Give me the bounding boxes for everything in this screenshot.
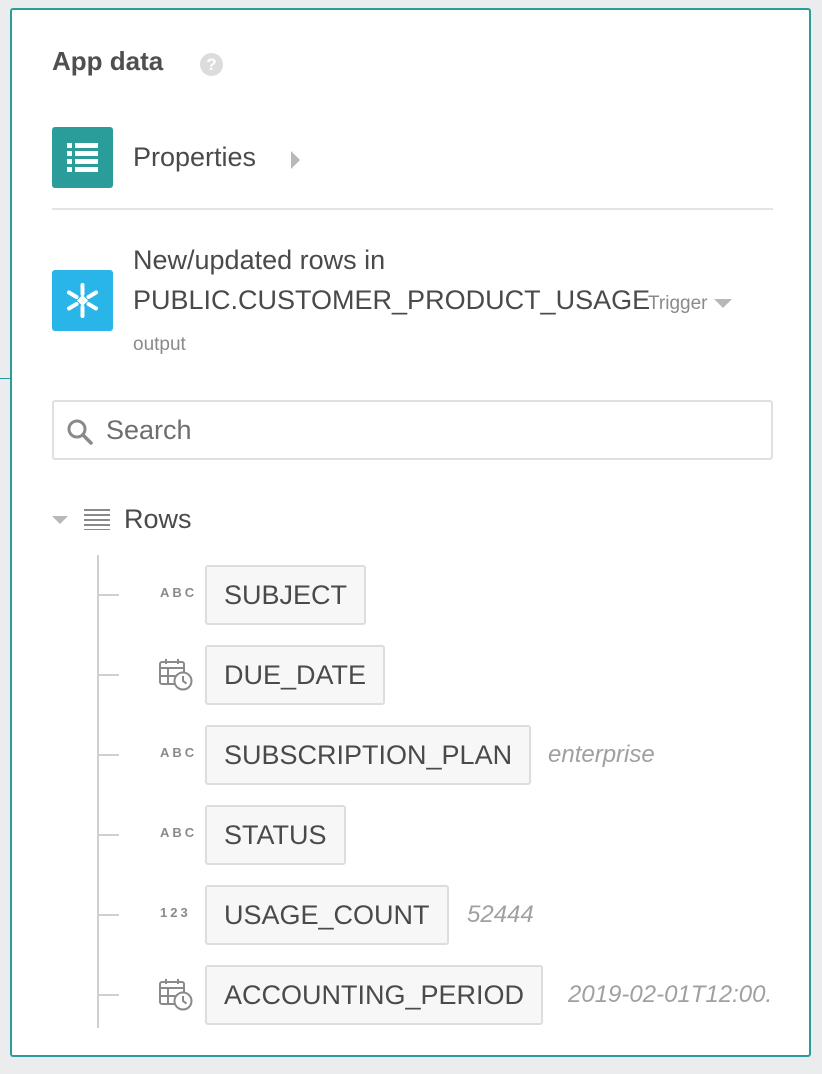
- snowflake-icon: [52, 270, 113, 331]
- field-pill-subject[interactable]: SUBJECT: [205, 565, 367, 625]
- step-title: New/updated rows in: [133, 245, 386, 275]
- output-label: output: [133, 334, 186, 355]
- step-table-name: PUBLIC.CUSTOMER_PRODUCT_USAGE: [133, 285, 651, 315]
- tree-branch: [97, 834, 119, 836]
- caret-right-icon[interactable]: [291, 151, 300, 169]
- field-pill-usage-count[interactable]: USAGE_COUNT: [205, 885, 449, 945]
- sample-value: 52444: [467, 901, 534, 928]
- field-row-subscription-plan: ABC SUBSCRIPTION_PLAN enterprise: [12, 725, 811, 785]
- calendar-clock-icon: [159, 659, 193, 691]
- field-pill-subscription-plan[interactable]: SUBSCRIPTION_PLAN: [205, 725, 532, 785]
- trigger-badge[interactable]: Trigger: [648, 293, 707, 315]
- string-type-icon: ABC: [160, 585, 198, 600]
- sample-value: enterprise: [548, 741, 655, 768]
- search-box[interactable]: [52, 400, 773, 460]
- caret-down-icon[interactable]: [52, 516, 68, 524]
- tree-branch: [97, 994, 119, 996]
- question-circle-icon[interactable]: ?: [200, 53, 223, 76]
- field-row-due-date: DUE_DATE: [12, 645, 811, 705]
- sample-value: 2019-02-01T12:00.: [568, 981, 773, 1008]
- tree-branch: [97, 754, 119, 756]
- field-row-status: ABC STATUS: [12, 805, 811, 865]
- divider: [52, 208, 773, 210]
- properties-label[interactable]: Properties: [133, 142, 256, 173]
- field-pill-accounting-period[interactable]: ACCOUNTING_PERIOD: [205, 965, 544, 1025]
- search-icon: [67, 419, 93, 445]
- app-data-panel: App data ? Properties New/updated rows i…: [10, 8, 811, 1057]
- rows-label[interactable]: Rows: [124, 504, 192, 535]
- caret-down-icon[interactable]: [714, 299, 732, 308]
- field-pill-status[interactable]: STATUS: [205, 805, 346, 865]
- connector-line: [0, 378, 10, 379]
- field-pill-due-date[interactable]: DUE_DATE: [205, 645, 386, 705]
- string-type-icon: ABC: [160, 825, 198, 840]
- panel-title: App data: [52, 46, 164, 76]
- list-icon[interactable]: [52, 127, 113, 188]
- tree-branch: [97, 914, 119, 916]
- tree-branch: [97, 674, 119, 676]
- calendar-clock-icon: [159, 979, 193, 1011]
- tree-line: [97, 555, 99, 1028]
- list-lines-icon: [84, 509, 110, 530]
- field-row-usage-count: 123 USAGE_COUNT 52444: [12, 885, 811, 945]
- string-type-icon: ABC: [160, 745, 198, 760]
- tree-branch: [97, 594, 119, 596]
- number-type-icon: 123: [160, 905, 191, 920]
- search-input[interactable]: [106, 402, 746, 458]
- field-row-subject: ABC SUBJECT: [12, 565, 811, 625]
- field-row-accounting-period: ACCOUNTING_PERIOD 2019-02-01T12:00.: [12, 965, 811, 1025]
